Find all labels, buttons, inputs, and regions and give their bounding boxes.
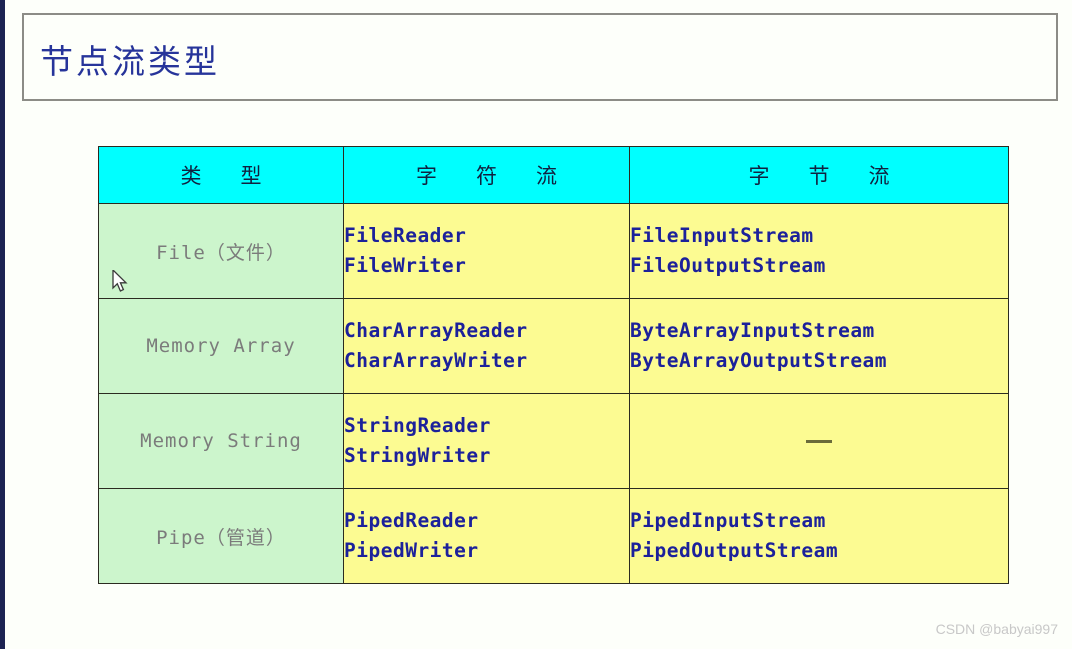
- stream-class-name: FileReader: [344, 223, 467, 247]
- slide-left-edge-strip: [0, 0, 5, 649]
- slide-title-box: 节点流类型: [22, 13, 1058, 101]
- stream-class-name: PipedInputStream: [630, 508, 826, 532]
- stream-class-name: ByteArrayInputStream: [630, 318, 875, 342]
- node-stream-type-table: 类 型 字 符 流 字 节 流 File（文件） FileReader File…: [98, 146, 1009, 584]
- stream-class-name: FileWriter: [344, 254, 467, 277]
- stream-class-name: StringReader: [344, 413, 491, 437]
- cell-char-stream-file: FileReader FileWriter: [343, 203, 630, 299]
- table-row: Memory String StringReader StringWriter: [98, 393, 1009, 489]
- table-row: Memory Array CharArrayReader CharArrayWr…: [98, 298, 1009, 394]
- stream-class-name: CharArrayReader: [344, 318, 528, 342]
- table-row: File（文件） FileReader FileWriter FileInput…: [98, 203, 1009, 299]
- stream-class-name: StringWriter: [344, 444, 491, 467]
- cell-byte-stream-memory-string: [629, 393, 1009, 489]
- table-row: Pipe（管道） PipedReader PipedWriter PipedIn…: [98, 488, 1009, 584]
- stream-class-name: FileInputStream: [630, 223, 814, 247]
- cell-type-pipe: Pipe（管道）: [98, 488, 344, 584]
- cell-type-memory-string: Memory String: [98, 393, 344, 489]
- stream-class-name: PipedWriter: [344, 539, 479, 562]
- watermark-text: CSDN @babyai997: [935, 621, 1058, 637]
- cell-byte-stream-pipe: PipedInputStream PipedOutputStream: [629, 488, 1009, 584]
- stream-class-name: PipedReader: [344, 508, 479, 532]
- cell-char-stream-memory-array: CharArrayReader CharArrayWriter: [343, 298, 630, 394]
- stream-class-name: PipedOutputStream: [630, 539, 839, 562]
- table-header-row: 类 型 字 符 流 字 节 流: [98, 146, 1009, 204]
- cell-char-stream-pipe: PipedReader PipedWriter: [343, 488, 630, 584]
- stream-class-name: ByteArrayOutputStream: [630, 349, 888, 372]
- empty-dash-icon: [806, 439, 832, 443]
- column-header-byte-stream: 字 节 流: [629, 146, 1009, 204]
- cell-byte-stream-memory-array: ByteArrayInputStream ByteArrayOutputStre…: [629, 298, 1009, 394]
- column-header-char-stream: 字 符 流: [343, 146, 630, 204]
- cell-type-file: File（文件）: [98, 203, 344, 299]
- cell-type-memory-array: Memory Array: [98, 298, 344, 394]
- stream-class-name: CharArrayWriter: [344, 349, 528, 372]
- column-header-type: 类 型: [98, 146, 344, 204]
- stream-class-name: FileOutputStream: [630, 254, 826, 277]
- cell-byte-stream-file: FileInputStream FileOutputStream: [629, 203, 1009, 299]
- cell-char-stream-memory-string: StringReader StringWriter: [343, 393, 630, 489]
- page-title: 节点流类型: [40, 42, 220, 81]
